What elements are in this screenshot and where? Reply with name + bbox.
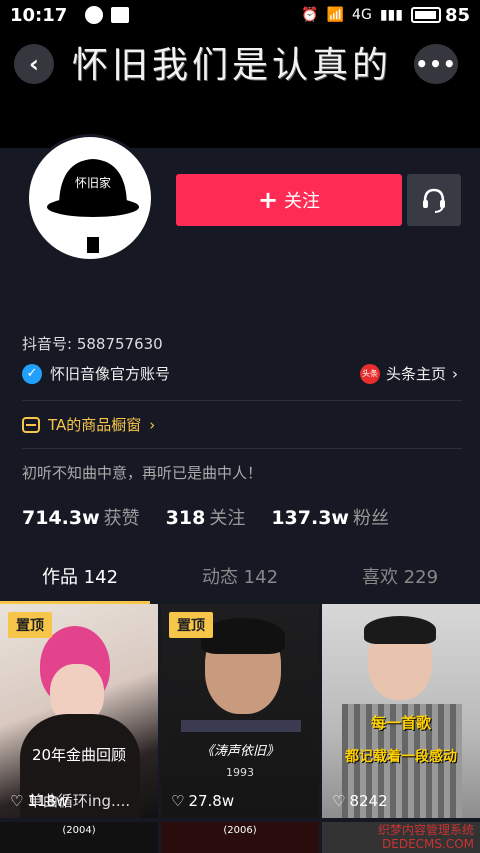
heart-icon: ♡ — [171, 792, 185, 810]
likes-count: 27.8w — [188, 792, 235, 810]
content-tabs: 作品 142 动态 142 喜欢 229 — [0, 555, 480, 603]
status-time: 10:17 — [10, 4, 68, 26]
video-subcaption: 1993 — [226, 766, 254, 779]
more-button[interactable]: ••• — [414, 44, 458, 84]
video-thumbnail[interactable]: 每一首歌 都记载着一段感动 ♡ 8242 — [322, 604, 480, 818]
stat-label: 获赞 — [103, 508, 140, 529]
header-title: 怀旧我们是认真的 — [72, 45, 393, 86]
signal-icon: ▮▮▮ — [379, 7, 403, 23]
bowler-hat-icon: 怀旧家 — [47, 159, 139, 253]
video-likes: ♡ 27.8w — [171, 792, 234, 810]
follow-label: 关注 — [284, 191, 321, 212]
battery-level: 85 — [444, 4, 470, 26]
watermark: 织梦内容管理系统 DEDECMS.COM — [378, 823, 474, 851]
more-icon: ••• — [415, 52, 457, 76]
chevron-left-icon: ‹ — [29, 50, 39, 78]
notification-icon — [85, 6, 104, 24]
toutiao-icon: 头条 — [359, 363, 380, 384]
headset-icon — [423, 188, 445, 213]
tab-likes[interactable]: 喜欢 229 — [320, 555, 480, 603]
wifi-icon: 📶 — [326, 7, 345, 23]
heart-icon: ♡ — [10, 792, 24, 810]
alarm-icon: ⏰ — [301, 7, 319, 23]
video-thumbnail[interactable]: 置顶 《涛声依旧》 1993 ♡ 27.8w — [161, 604, 319, 818]
message-button[interactable] — [407, 174, 461, 226]
battery-icon — [410, 7, 441, 23]
tab-works[interactable]: 作品 142 — [0, 555, 160, 603]
back-button[interactable]: ‹ — [14, 44, 54, 84]
tab-moments[interactable]: 动态 142 — [160, 555, 320, 603]
watermark-line2: DEDECMS.COM — [382, 837, 474, 851]
stat-num: 318 — [165, 507, 206, 529]
video-caption: 每一首歌 — [370, 714, 431, 732]
stat-fans[interactable]: 137.3w 粉丝 — [271, 504, 389, 530]
profile-header: ‹ 怀旧我们是认真的 ••• — [0, 30, 480, 148]
status-bar: 10:17 ⏰ 📶 4G ▮▮▮ 85 — [0, 0, 480, 30]
video-likes: ♡ 8242 — [332, 792, 388, 810]
video-caption: (2004) — [62, 825, 96, 836]
chevron-right-icon: › — [149, 415, 156, 434]
stat-likes[interactable]: 714.3w 获赞 — [22, 504, 140, 530]
thumbnail-banner — [181, 720, 301, 732]
plus-icon: + — [257, 186, 279, 214]
verified-label: 怀旧音像官方账号 — [50, 365, 171, 383]
video-thumbnail[interactable]: (2004) — [0, 822, 158, 853]
verified-check-icon: ✓ — [22, 363, 42, 384]
network-label: 4G — [352, 7, 372, 23]
video-caption: (2006) — [223, 825, 257, 836]
shop-label: TA的商品橱窗 — [48, 416, 142, 434]
divider — [22, 448, 462, 449]
bio: 初听不知曲中意，再听已是曲中人！ — [22, 464, 263, 482]
likes-count: 118w — [27, 792, 69, 810]
video-thumbnail[interactable]: 置顶 20年金曲回顾 单曲循环ing.... ♡ 118w — [0, 604, 158, 818]
battery: 85 — [410, 4, 470, 26]
image-notification-icon — [111, 7, 130, 23]
pinned-badge: 置顶 — [8, 612, 52, 638]
avatar-hat-text: 怀旧家 — [75, 175, 111, 190]
status-right: ⏰ 📶 4G ▮▮▮ 85 — [301, 5, 470, 26]
stat-label: 关注 — [209, 508, 246, 529]
stat-num: 714.3w — [22, 507, 100, 529]
video-likes: ♡ 118w — [10, 792, 68, 810]
thumbnail-hair — [364, 616, 436, 644]
heart-icon: ♡ — [332, 792, 346, 810]
video-thumbnail[interactable]: (2006) — [161, 822, 319, 853]
toutiao-label: 头条主页 — [385, 365, 446, 383]
stat-following[interactable]: 318 关注 — [166, 504, 246, 530]
thumbnail-hair — [201, 618, 285, 654]
video-caption: 20年金曲回顾 — [31, 746, 127, 764]
follow-button[interactable]: + 关注 — [176, 174, 402, 226]
video-caption: 《涛声依旧》 — [200, 744, 279, 759]
divider — [22, 400, 462, 401]
stat-label: 粉丝 — [352, 508, 389, 529]
watermark-line1: 织梦内容管理系统 — [377, 823, 474, 837]
likes-count: 8242 — [349, 792, 388, 810]
user-id: 抖音号: 588757630 — [22, 335, 163, 353]
shop-window-link[interactable]: TA的商品橱窗 › — [22, 414, 462, 435]
video-grid: 置顶 20年金曲回顾 单曲循环ing.... ♡ 118w 置顶 《涛声依旧》 1… — [0, 604, 480, 853]
shop-icon — [22, 416, 40, 433]
pinned-badge: 置顶 — [169, 612, 213, 638]
avatar[interactable]: 怀旧家 — [26, 134, 154, 262]
chevron-right-icon: › — [452, 364, 458, 383]
stats-row: 714.3w 获赞 318 关注 137.3w 粉丝 — [22, 504, 462, 530]
video-subcaption: 都记载着一段感动 — [345, 749, 457, 765]
toutiao-link[interactable]: 头条 头条主页 › — [359, 363, 458, 384]
stat-num: 137.3w — [271, 507, 349, 529]
status-left: 10:17 — [10, 4, 130, 26]
